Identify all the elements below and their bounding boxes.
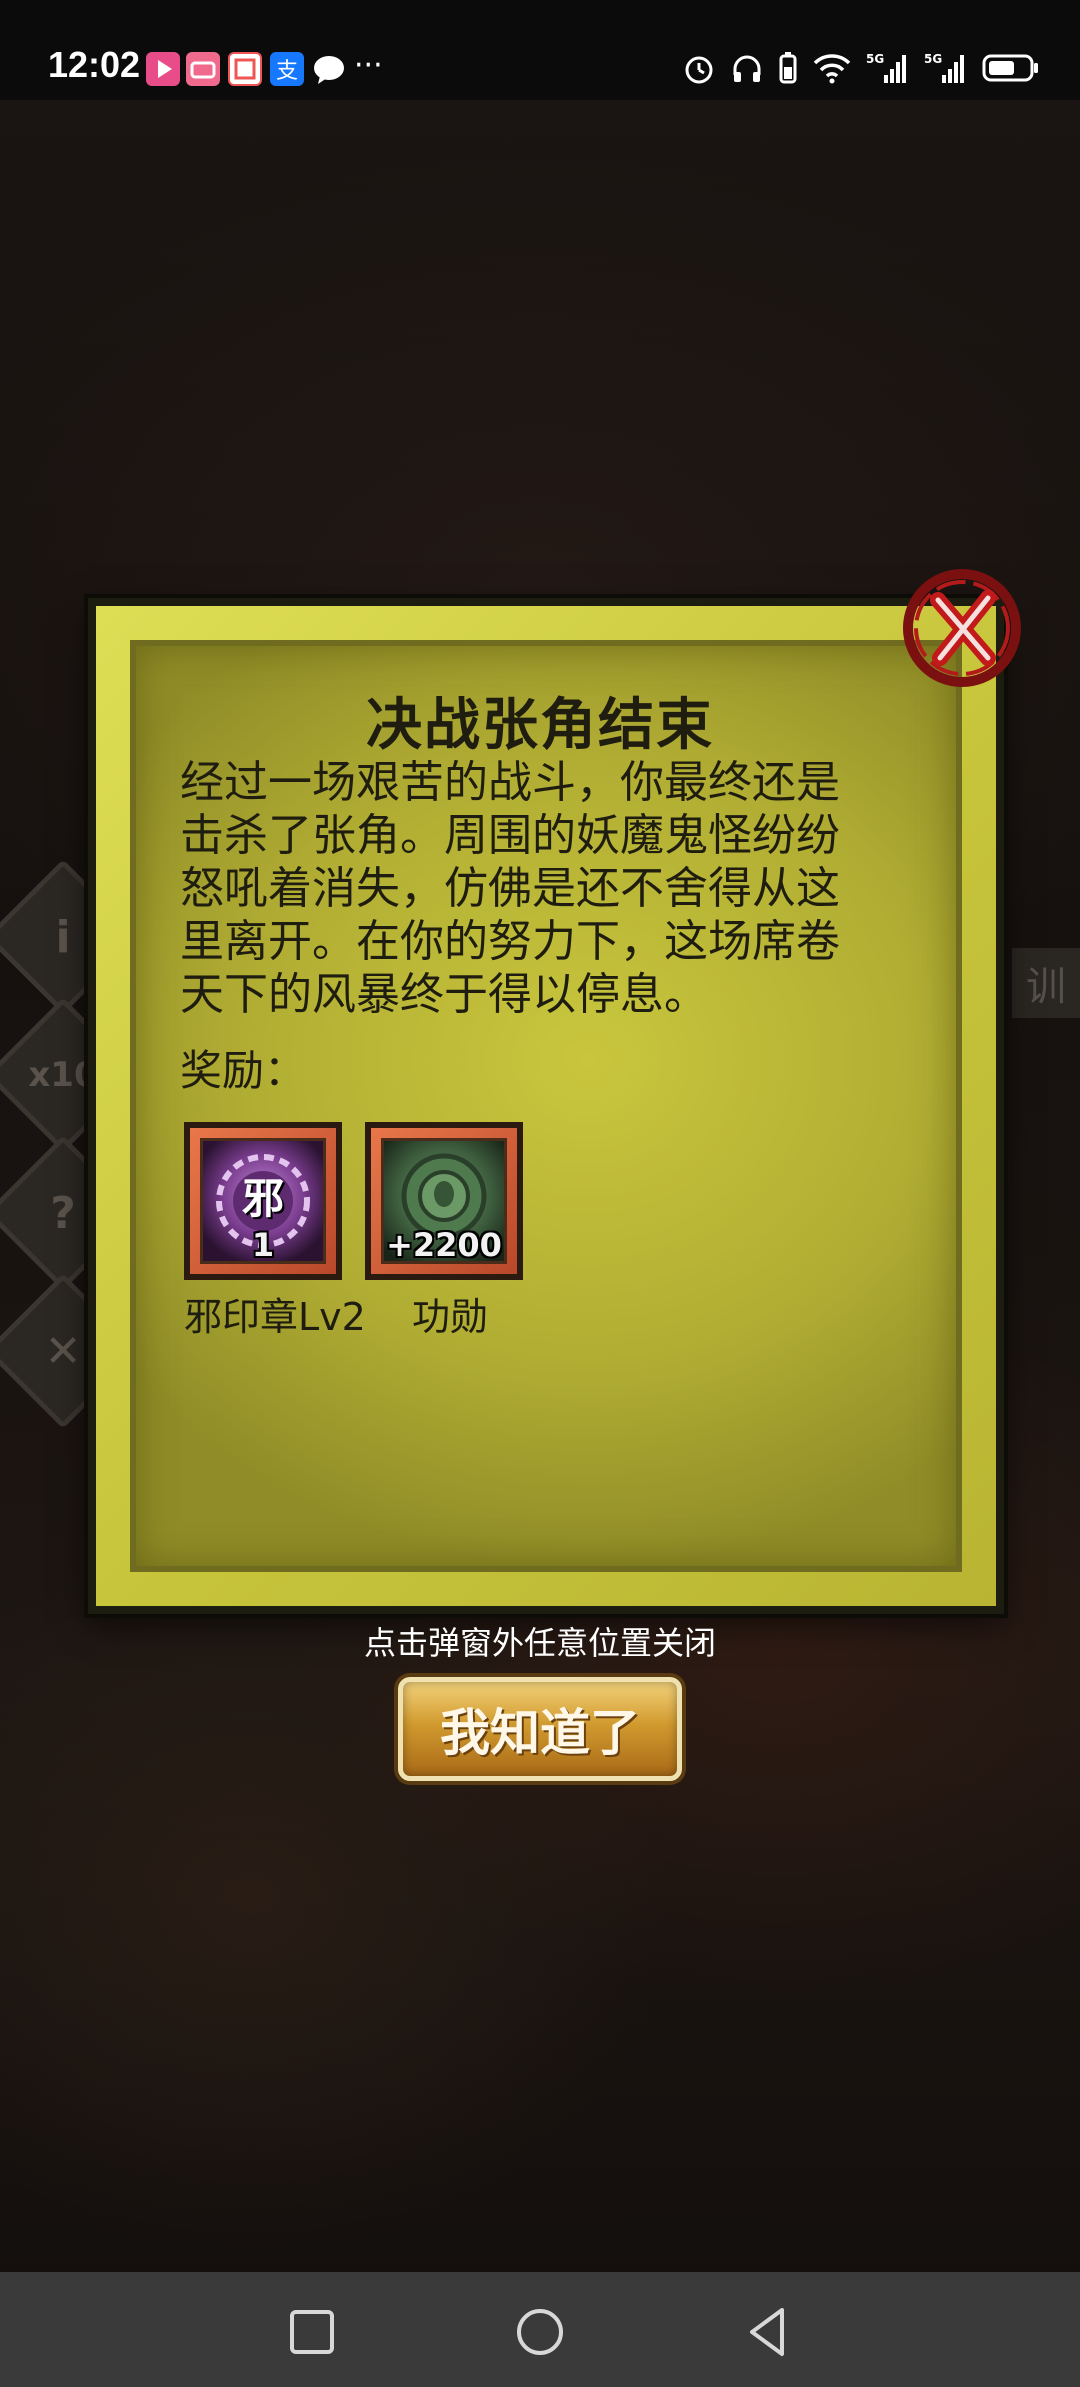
svg-text:支: 支 [276,59,298,84]
reward-count: 1 [251,1226,275,1264]
reward-frame: +2200 [365,1122,523,1280]
battery-icon [982,54,1038,82]
status-icons: 5G 5G [682,48,1040,88]
system-nav-bar [0,2272,1080,2387]
svg-text:5G: 5G [924,52,942,66]
dialog-close-button[interactable] [896,562,1032,698]
wifi-icon [813,54,851,84]
reward-item-evil-seal[interactable]: 邪 1 邪印章Lv2 [184,1122,366,1341]
status-time: 12:02 [48,44,141,85]
video-app-icon [146,52,180,86]
headphones-icon [733,55,761,82]
status-bar: 12:02 支 ··· 5G 5G [0,0,1080,100]
svg-text:5G: 5G [866,52,884,66]
close-hint: 点击弹窗外任意位置关闭 [363,1624,716,1662]
recents-icon[interactable] [282,2302,342,2362]
alipay-icon: 支 [270,52,304,86]
back-icon[interactable] [738,2302,798,2362]
close-x-icon [903,569,1021,687]
reward-item-merit[interactable]: +2200 功勋 [365,1122,535,1341]
dialog-body: 经过一场艰苦的战斗，你最终还是击杀了张角。周围的妖魔鬼怪纷纷怒吼着消失，仿佛是还… [180,757,840,1020]
reward-count: +2200 [386,1226,502,1264]
reward-frame: 邪 1 [184,1122,342,1280]
right-tab[interactable]: 训 [1012,948,1080,1018]
reward-label: 奖励： [180,1046,307,1095]
game-screen[interactable]: 12:02 支 ··· 5G 5G i x10 ? ✕ 训 决战张角结束 经过一… [0,0,1080,2387]
reward-icon-text: 邪 [241,1174,284,1223]
reader-app-icon [228,52,262,86]
reward-name: 邪印章Lv2 [184,1295,366,1339]
alarm-icon [685,56,713,84]
signal-5g-icon-2: 5G [924,52,964,83]
reward-name: 功勋 [411,1295,488,1339]
chat-icon [312,52,346,86]
acknowledge-button[interactable]: 我知道了 [398,1677,682,1781]
home-icon[interactable] [510,2302,570,2362]
device-battery-icon [779,52,797,84]
bilibili-icon [186,52,220,86]
more-notifications-icon: ··· [354,48,383,83]
signal-5g-icon-1: 5G [866,52,906,83]
